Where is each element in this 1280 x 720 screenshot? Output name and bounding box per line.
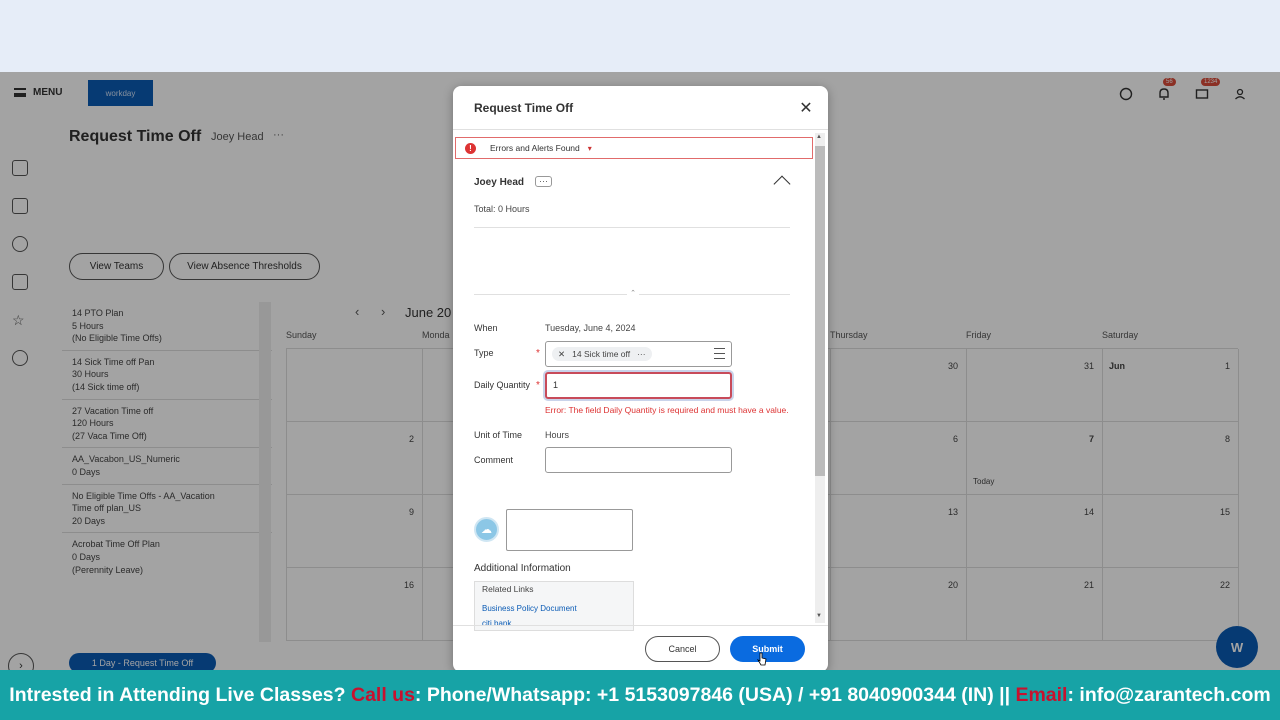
related-links-heading: Related Links [482,584,534,594]
comment-input[interactable] [545,447,732,473]
cloud-upload-icon[interactable]: ☁ [474,517,499,542]
chevron-down-icon: ▾ [587,143,592,153]
unit-of-time-value: Hours [545,430,570,440]
daily-quantity-value: 1 [553,380,559,390]
type-select[interactable]: ✕ 14 Sick time off ··· [545,341,732,367]
type-chip[interactable]: ✕ 14 Sick time off ··· [552,347,652,361]
dialog-title: Request Time Off [474,101,574,115]
required-icon: * [536,380,540,391]
comment-label: Comment [474,455,514,465]
banner-text-3: : info@zarantech.com [1067,683,1271,706]
divider [453,129,828,130]
banner-call-us: Call us [350,683,415,706]
errors-alert-banner[interactable]: ! Errors and Alerts Found ▾ [455,137,813,159]
additional-information-heading: Additional Information [474,563,571,574]
scroll-up-arrow-icon[interactable]: ▲ [816,134,822,140]
divider [453,625,828,626]
top-band [0,0,1280,68]
citi-bank-link[interactable]: citi bank [482,619,511,628]
worker-actions-button[interactable]: ··· [535,176,552,187]
alert-text: Errors and Alerts Found [490,143,580,153]
cancel-button[interactable]: Cancel [645,636,720,662]
attachment-dropzone[interactable] [506,509,633,551]
total-hours: Total: 0 Hours [474,204,530,214]
more-icon[interactable]: ··· [637,349,646,359]
scroll-down-arrow-icon[interactable]: ▼ [816,613,822,619]
remove-icon[interactable]: ✕ [558,349,565,360]
collapse-handle[interactable]: ⌃ [627,289,639,299]
required-icon: * [536,348,540,359]
chevron-up-icon[interactable] [773,175,791,193]
worker-name: Joey Head [474,177,525,188]
related-links-box: Related Links Business Policy Document c… [474,581,634,631]
banner-text-2: : Phone/Whatsapp: +1 5153097846 (USA) / … [414,683,1011,706]
promo-banner: Intrested in Attending Live Classes? Cal… [0,670,1280,720]
type-chip-label: 14 Sick time off [572,349,631,359]
close-icon[interactable]: ✕ [798,100,814,117]
daily-quantity-error: Error: The field Daily Quantity is requi… [545,405,789,415]
when-value: Tuesday, June 4, 2024 [545,323,636,333]
when-label: When [474,323,498,333]
mouse-cursor-icon [757,652,767,666]
submit-button[interactable]: Submit [730,636,805,662]
error-icon: ! [465,142,476,154]
business-policy-link[interactable]: Business Policy Document [482,604,577,613]
daily-quantity-label: Daily Quantity [474,380,531,390]
divider [474,227,790,228]
type-label: Type [474,348,494,358]
unit-of-time-label: Unit of Time [474,430,523,440]
dialog-scroll-thumb[interactable] [815,146,825,476]
banner-text-1: Intrested in Attending Live Classes? [9,683,346,706]
banner-email-label: Email [1015,683,1068,706]
request-time-off-dialog: Request Time Off ✕ ! Errors and Alerts F… [453,86,828,672]
daily-quantity-input[interactable]: 1 [545,372,732,399]
list-icon[interactable] [714,348,725,359]
